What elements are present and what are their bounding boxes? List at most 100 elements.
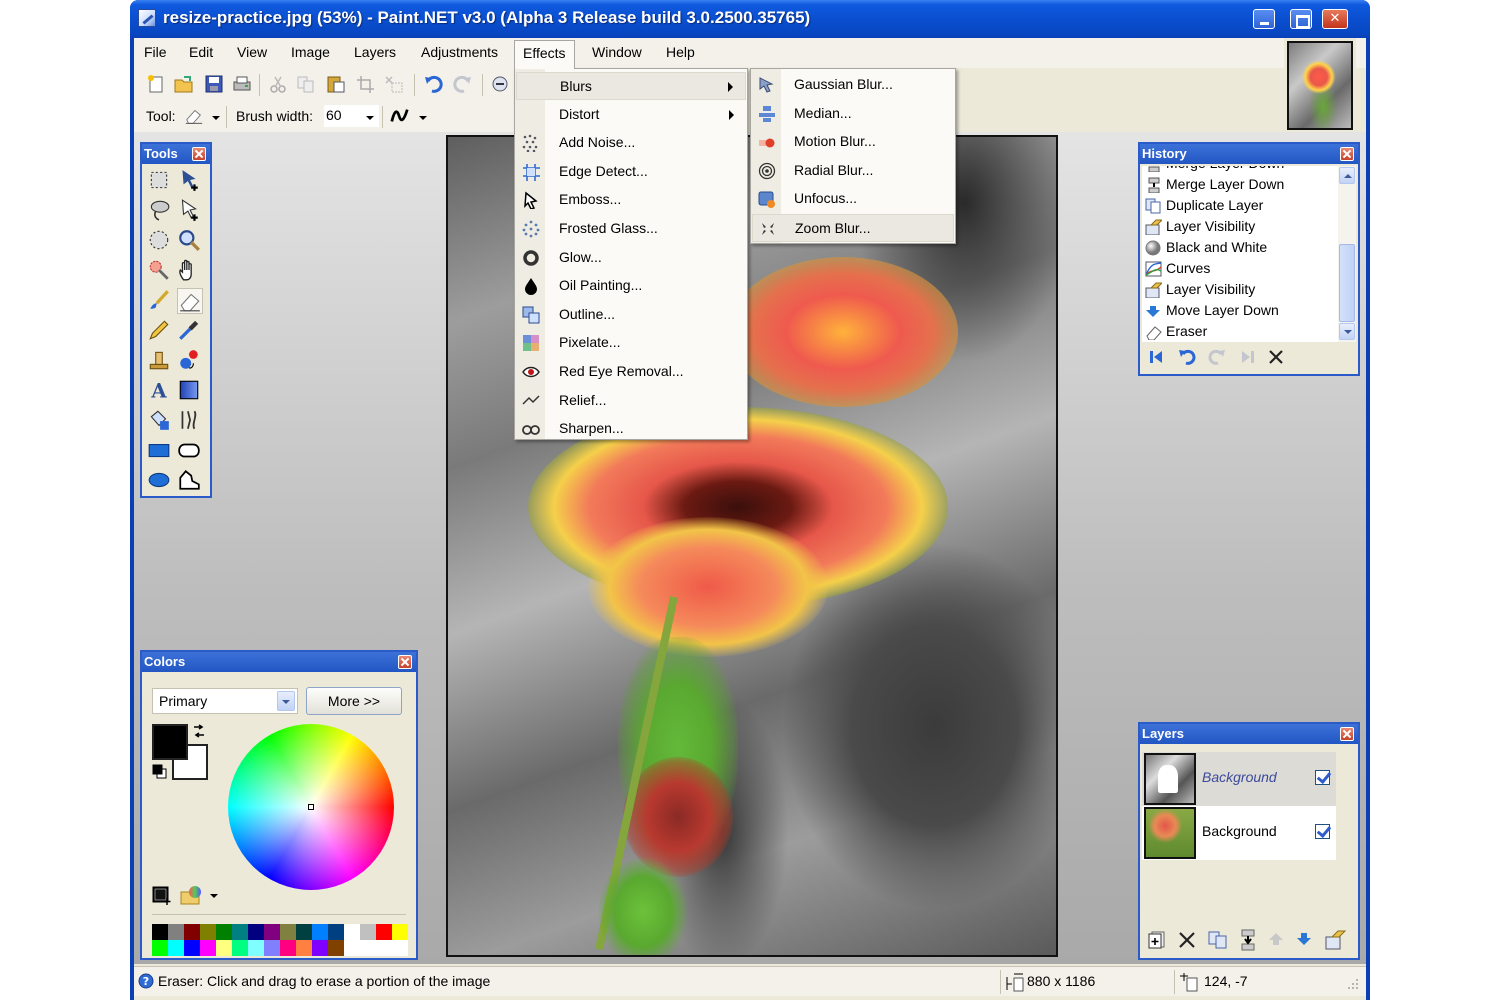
tool-lasso-select[interactable] [147,198,173,224]
menu-help[interactable]: Help [666,44,695,60]
tool-eraser[interactable] [177,288,203,314]
layer-visibility-checkbox[interactable] [1315,770,1330,785]
tool-clone-stamp[interactable] [147,348,173,374]
color-wheel[interactable] [228,724,394,890]
history-item[interactable]: Merge Layer Down [1144,175,1334,196]
maximize-button[interactable] [1290,9,1312,29]
effects-menu-item[interactable]: Edge Detect... [516,158,746,186]
palette-swatch[interactable] [296,940,312,956]
palette-swatch[interactable] [216,924,232,940]
layer-properties-icon[interactable] [1324,930,1346,950]
zoom-out-icon[interactable] [490,75,510,93]
copy-icon[interactable] [296,75,316,93]
tool-ellipse[interactable] [147,468,173,494]
palette-swatch[interactable] [344,924,360,940]
menu-effects[interactable]: Effects [514,40,575,69]
palette-swatch[interactable] [360,924,376,940]
palette-swatch[interactable] [376,924,392,940]
blurs-menu-item[interactable]: Gaussian Blur... [752,71,954,99]
tool-zoom[interactable] [177,228,203,254]
effects-menu-item[interactable]: Blurs [516,72,746,100]
reset-colors-icon[interactable] [152,764,168,780]
tool-rectangle[interactable] [147,438,173,464]
palette-swatch[interactable] [200,940,216,956]
palette-swatch[interactable] [200,924,216,940]
palette-swatch[interactable] [312,940,328,956]
menu-view[interactable]: View [237,44,267,60]
more-colors-button[interactable]: More >> [306,687,402,715]
rewind-icon[interactable] [1148,349,1164,365]
cut-icon[interactable] [268,75,288,93]
palette-swatch[interactable] [248,924,264,940]
image-thumbnail[interactable] [1287,41,1353,130]
history-item[interactable]: Black and White [1144,238,1334,259]
palette-swatch[interactable] [232,940,248,956]
tool-freeform-shape[interactable] [177,468,203,494]
history-item[interactable]: Layer Visibility [1144,280,1334,301]
tool-recolor[interactable] [177,348,203,374]
brush-width-dropdown-caret[interactable] [366,116,374,120]
new-icon[interactable] [146,75,166,93]
palette-swatch[interactable] [264,924,280,940]
move-layer-up-icon[interactable] [1268,932,1284,946]
tool-rectangle-select[interactable] [147,168,173,194]
palette-swatch[interactable] [280,940,296,956]
antialiasing-dropdown-caret[interactable] [419,116,427,120]
palette-dropdown-caret[interactable] [210,894,218,898]
menu-window[interactable]: Window [592,44,642,60]
palette-swatch[interactable] [328,940,344,956]
dropdown-button[interactable] [277,691,295,711]
palette-swatch[interactable] [392,940,408,956]
add-layer-icon[interactable] [1148,931,1166,949]
tool-paint-bucket[interactable] [147,408,173,434]
fast-forward-icon[interactable] [1240,349,1256,365]
tool-color-picker[interactable] [177,318,203,344]
tool-line-curve[interactable] [177,408,203,434]
clear-history-icon[interactable] [1268,349,1284,365]
history-item[interactable]: Duplicate Layer [1144,196,1334,217]
effects-menu-item[interactable]: Frosted Glass... [516,215,746,243]
palette-swatch[interactable] [296,924,312,940]
add-to-palette-icon[interactable] [152,886,172,906]
redo-icon[interactable] [452,75,472,93]
palette-swatch[interactable] [184,940,200,956]
tool-magic-wand[interactable] [147,258,173,284]
menu-file[interactable]: File [144,44,167,60]
undo-icon[interactable] [1178,349,1196,365]
palette-swatch[interactable] [168,924,184,940]
palette-swatch[interactable] [232,924,248,940]
redo-icon[interactable] [1208,349,1226,365]
effects-menu-item[interactable]: Oil Painting... [516,272,746,300]
open-icon[interactable] [174,75,194,93]
close-panel-icon[interactable] [398,655,412,669]
palette-swatch[interactable] [360,940,376,956]
resize-grip-icon[interactable] [1346,977,1360,991]
blurs-menu-item[interactable]: Median... [752,100,954,128]
paste-icon[interactable] [326,75,346,93]
merge-layer-down-icon[interactable] [1240,929,1256,951]
history-item[interactable]: Layer Visibility [1144,217,1334,238]
primary-color-swatch[interactable] [152,724,188,760]
palette-swatch[interactable] [312,924,328,940]
blurs-menu-item[interactable]: Radial Blur... [752,157,954,185]
effects-menu-item[interactable]: Relief... [516,387,746,415]
effects-menu-item[interactable]: Emboss... [516,186,746,214]
effects-menu-item[interactable]: Glow... [516,244,746,272]
tool-move-selected[interactable] [177,198,203,224]
menu-layers[interactable]: Layers [354,44,396,60]
palette-swatch[interactable] [264,940,280,956]
history-item[interactable]: Curves [1144,259,1334,280]
scroll-up-button[interactable] [1339,167,1355,184]
crop-to-selection-icon[interactable] [356,75,376,93]
effects-menu-item[interactable]: Sharpen... [516,415,746,443]
layer-row[interactable]: Background [1142,806,1336,860]
effects-menu-item[interactable]: Outline... [516,301,746,329]
color-wheel-marker[interactable] [308,804,314,810]
close-panel-icon[interactable] [1340,147,1354,161]
antialiasing-icon[interactable] [390,107,410,125]
palette-menu-icon[interactable] [180,884,204,906]
effects-menu-item[interactable]: Distort [516,101,746,129]
menu-image[interactable]: Image [291,44,330,60]
effects-menu-item[interactable]: Pixelate... [516,329,746,357]
blurs-menu-item[interactable]: Zoom Blur... [752,214,954,242]
